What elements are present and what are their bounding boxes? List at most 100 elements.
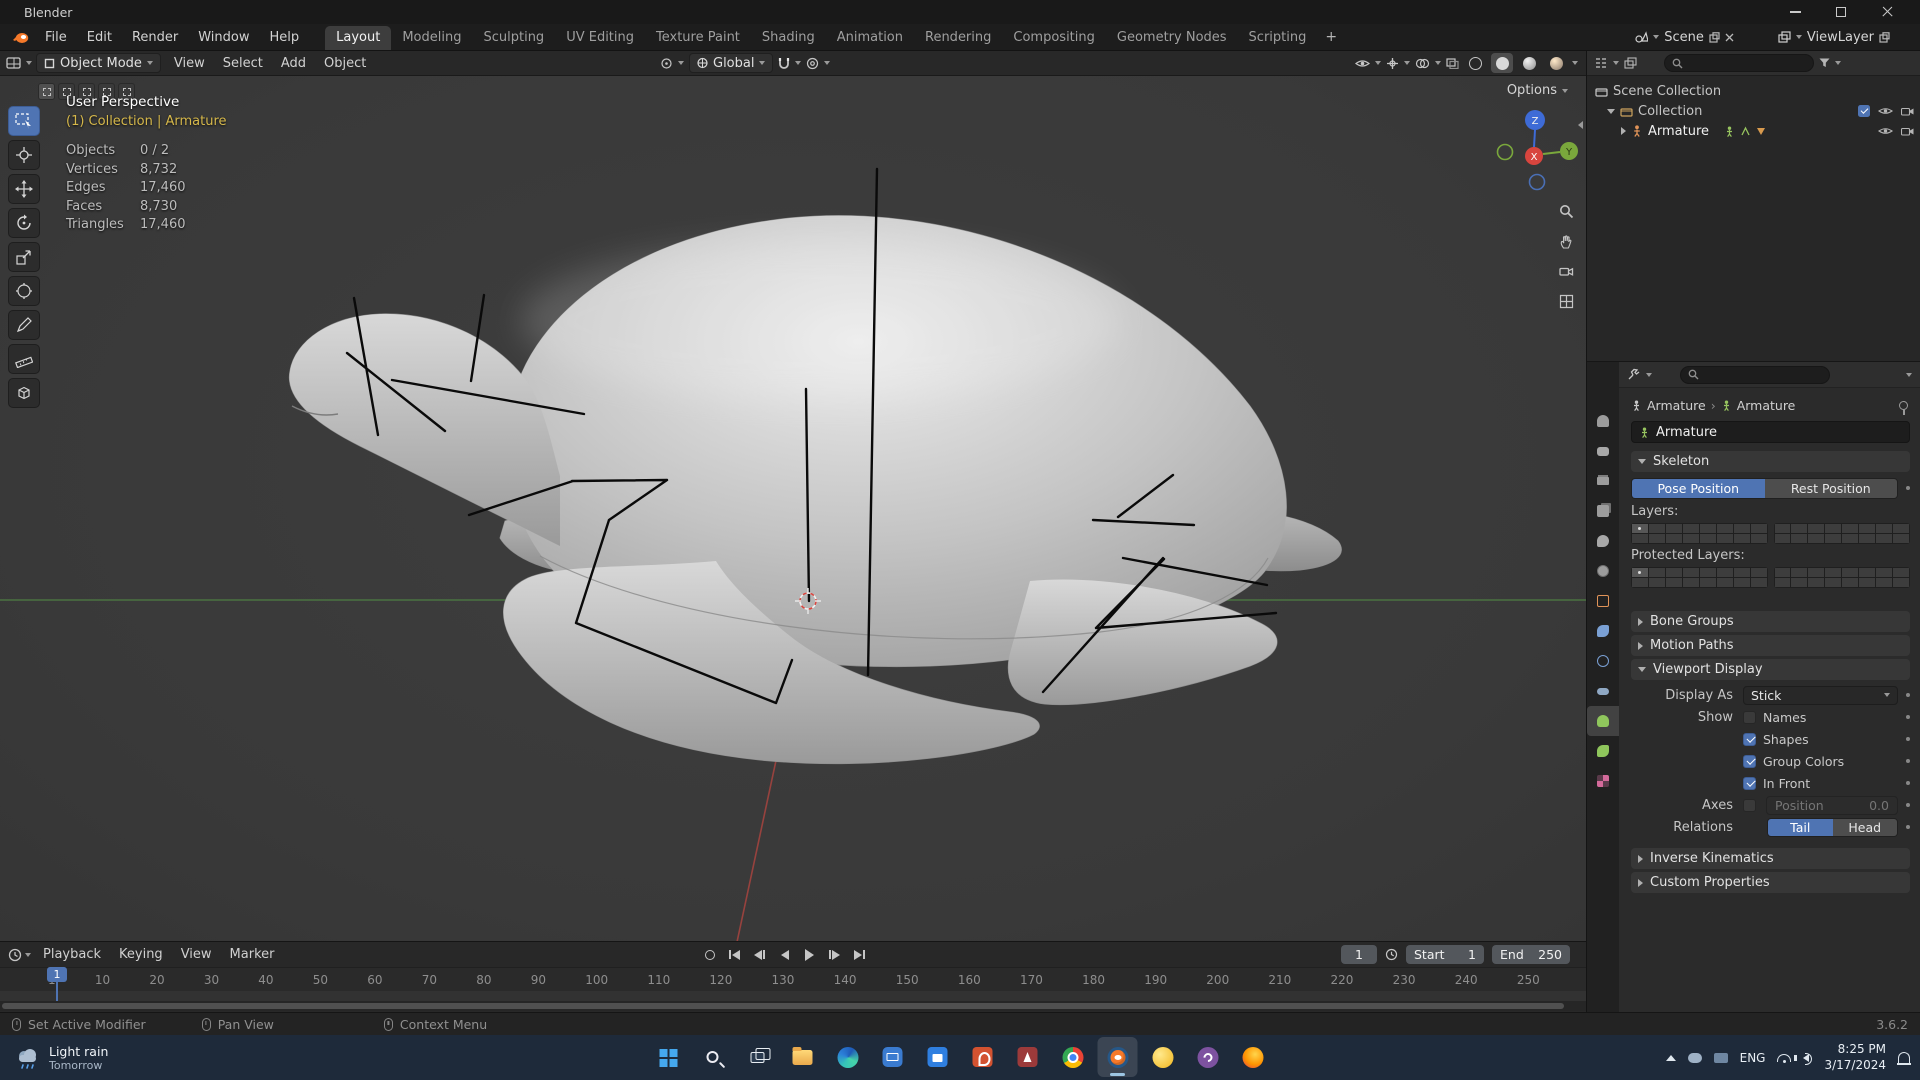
proportional-editing-icon[interactable] [806,57,819,70]
animate-dot[interactable] [1906,715,1910,719]
use-preview-range-icon[interactable] [1385,948,1398,961]
outliner-row-collection[interactable]: Collection [1587,101,1920,121]
play-button[interactable] [800,947,819,963]
tab-texture[interactable] [1587,766,1619,796]
security-icon[interactable] [1713,1052,1728,1063]
shading-solid-button[interactable] [1491,53,1513,73]
shading-wireframe-button[interactable] [1464,53,1486,73]
task-view-button[interactable] [738,1037,778,1077]
filter-icon[interactable] [1819,58,1830,68]
viewport-display-section-header[interactable]: Viewport Display [1631,659,1910,680]
notifications-icon[interactable] [1896,1052,1911,1065]
bone-groups-section-header[interactable]: Bone Groups [1631,611,1910,632]
checkbox[interactable] [1743,710,1756,724]
camera-view-button[interactable] [1559,264,1574,279]
start-button[interactable] [648,1037,688,1077]
layer-grid-right[interactable] [1773,522,1910,544]
network-icon[interactable] [1777,1053,1792,1063]
outliner-row-scene-collection[interactable]: Scene Collection [1587,81,1920,101]
workspace-tab[interactable]: Scripting [1238,26,1318,50]
workspace-tab[interactable]: Shading [751,26,826,50]
disclosure-open-icon[interactable] [1607,108,1615,114]
next-keyframe-button[interactable] [825,947,844,963]
outliner-search-input[interactable] [1664,54,1814,72]
3d-viewport[interactable]: Z Y X Options User Perspective (1) Colle… [0,76,1586,941]
armature-data-icon[interactable] [1724,126,1735,137]
select-box-tool[interactable] [8,106,40,136]
tab-object-data[interactable] [1587,706,1619,736]
add-cube-tool[interactable] [8,378,40,408]
view-layer-selector[interactable]: ViewLayer [1778,30,1890,45]
options-button[interactable]: Options [1507,83,1568,98]
new-scene-icon[interactable] [1709,31,1720,43]
transform-pivot-icon[interactable] [660,57,673,70]
transform-tool[interactable] [8,276,40,306]
tab-modifiers[interactable] [1587,616,1619,646]
pose-position-button[interactable]: Pose Position [1632,478,1765,498]
workspace-tab[interactable]: Rendering [914,26,1002,50]
timeline-track-area[interactable] [0,991,1586,1001]
protected-grid-left[interactable] [1631,566,1768,588]
pose-icon[interactable] [1740,126,1751,137]
start-frame-field[interactable]: Start 1 [1406,945,1484,964]
file-explorer-icon[interactable] [783,1037,823,1077]
chrome-canary-icon[interactable] [1143,1037,1183,1077]
custom-properties-section-header[interactable]: Custom Properties [1631,872,1910,893]
rest-position-button[interactable]: Rest Position [1764,478,1897,498]
layer-grid-left[interactable] [1631,522,1768,544]
navigation-gizmo[interactable]: Z Y X [1496,110,1579,191]
volume-icon[interactable] [1794,1052,1813,1065]
breadcrumb-data[interactable]: Armature [1737,398,1796,413]
head-button[interactable]: Head [1832,818,1897,836]
viewport-menu-item[interactable]: View [165,54,214,73]
shading-material-button[interactable] [1518,53,1540,73]
pan-hand-button[interactable] [1559,234,1574,249]
tab-render[interactable] [1587,436,1619,466]
scrollbar-thumb[interactable] [2,1003,1564,1009]
axes-checkbox[interactable] [1743,798,1756,812]
xray-toggle-icon[interactable] [1446,57,1459,69]
eye-icon[interactable] [1878,106,1893,116]
armature-name-field[interactable]: Armature [1631,421,1910,443]
tab-physics[interactable] [1587,646,1619,676]
collection-checkbox[interactable] [1858,105,1870,117]
tail-button[interactable]: Tail [1768,818,1833,836]
animate-dot[interactable] [1906,693,1910,697]
edge-icon[interactable] [828,1037,868,1077]
minimize-button[interactable] [1772,0,1818,24]
scale-tool[interactable] [8,242,40,272]
blender-logo-icon[interactable] [12,30,29,44]
tab-scene[interactable] [1587,526,1619,556]
workspace-tab[interactable]: Animation [826,26,914,50]
menu-item[interactable]: Window [188,27,259,48]
editor-type-icon[interactable] [6,56,22,70]
mail-icon[interactable] [873,1037,913,1077]
properties-editor-icon[interactable] [1627,368,1640,381]
jump-to-end-button[interactable] [850,947,869,963]
animation-data-icon[interactable] [1756,127,1766,136]
motion-paths-section-header[interactable]: Motion Paths [1631,635,1910,656]
show-object-types-icon[interactable] [1355,58,1370,69]
weather-widget[interactable]: Light rain Tomorrow [0,1035,122,1080]
workspace-tab[interactable]: Geometry Nodes [1106,26,1238,50]
skeleton-section-header[interactable]: Skeleton [1631,451,1910,472]
eye-icon[interactable] [1878,126,1893,136]
annotate-tool[interactable] [8,310,40,340]
menu-item[interactable]: Edit [77,27,122,48]
snap-magnet-icon[interactable] [778,57,790,70]
maximize-button[interactable] [1818,0,1864,24]
sidebar-toggle-arrow[interactable] [1578,118,1583,133]
display-as-dropdown[interactable]: Stick [1743,685,1898,705]
checkbox[interactable] [1743,776,1756,790]
tab-bone[interactable] [1587,736,1619,766]
workspace-tab[interactable]: Modeling [391,26,472,50]
render-visibility-icon[interactable] [1901,126,1914,136]
timeline-editor-icon[interactable] [8,948,22,962]
tab-world[interactable] [1587,556,1619,586]
language-indicator[interactable]: ENG [1740,1051,1766,1065]
checkbox[interactable] [1743,732,1756,746]
mode-dropdown[interactable]: Object Mode [36,53,161,73]
render-visibility-icon[interactable] [1901,106,1914,116]
tab-constraints[interactable] [1587,676,1619,706]
outliner-display-mode-icon[interactable] [1624,57,1637,69]
